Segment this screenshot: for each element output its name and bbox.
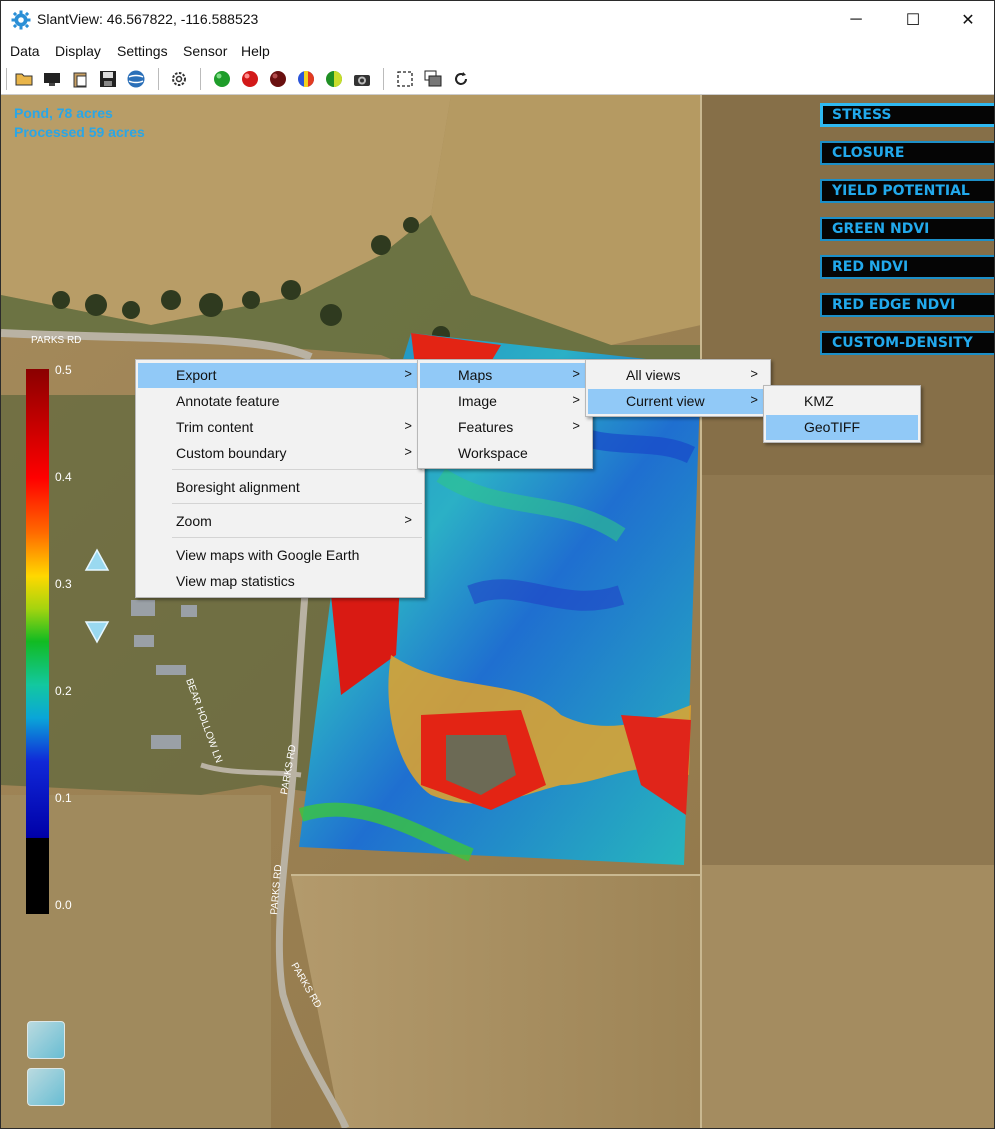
dark-red-circle-icon[interactable] [268,69,288,89]
clipboard-icon[interactable] [70,69,90,89]
selection-icon[interactable] [395,69,415,89]
scale-label: 0.1 [55,791,72,805]
menu-item-export[interactable]: Export > [138,363,422,388]
app-gear-icon [11,10,31,30]
menu-item-trim-content[interactable]: Trim content > [138,415,422,440]
menu-help[interactable]: Help [241,43,270,59]
menu-item-maps[interactable]: Maps > [420,363,590,388]
camera-icon[interactable] [352,69,372,89]
pond-area-text: Pond, 78 acres [14,105,113,121]
toolbar-separator [383,68,384,90]
minimize-button[interactable]: ─ [833,1,879,38]
toolbar-separator [200,68,201,90]
toolbar [1,63,994,95]
close-button[interactable]: ✕ [945,1,991,38]
road-label: PARKS RD [31,335,81,346]
menu-item-zoom[interactable]: Zoom > [138,509,422,534]
chevron-right-icon: > [750,392,758,407]
menu-item-view-map-statistics[interactable]: View map statistics [138,569,422,594]
chevron-right-icon: > [404,418,412,433]
chevron-right-icon: > [572,418,580,433]
scale-up-arrow-icon[interactable] [84,548,110,572]
green-yellow-circle-icon[interactable] [324,69,344,89]
menu-item-features[interactable]: Features > [420,415,590,440]
menu-separator [172,469,422,470]
layer-stress-button[interactable]: STRESS [820,103,994,127]
layer-red-ndvi-button[interactable]: RED NDVI [820,255,994,279]
map-canvas[interactable]: PARKS RD PARKS RD PARKS RD PARKS RD BEAR… [1,95,994,1128]
toolbar-separator [158,68,159,90]
title-bar: SlantView: 46.567822, -116.588523 ─ ☐ ✕ [1,1,994,38]
app-window: SlantView: 46.567822, -116.588523 ─ ☐ ✕ … [0,0,995,1129]
maps-submenu: All views > Current view > [585,359,771,417]
layer-yield-potential-button[interactable]: YIELD POTENTIAL [820,179,994,203]
scale-down-arrow-icon[interactable] [84,620,110,644]
context-menu: Export > Annotate feature Trim content > C… [135,359,425,598]
processed-area-text: Processed 59 acres [14,124,145,140]
menu-item-workspace[interactable]: Workspace [420,441,590,466]
refresh-icon[interactable] [451,69,471,89]
menu-display[interactable]: Display [55,43,101,59]
menu-settings[interactable]: Settings [117,43,168,59]
screen-icon[interactable] [42,69,62,89]
menu-item-image[interactable]: Image > [420,389,590,414]
menu-bar: Data Display Settings Sensor Help [1,39,994,63]
gear-icon[interactable] [169,69,189,89]
chevron-right-icon: > [572,366,580,381]
toolbar-separator [6,68,7,90]
scale-label: 0.5 [55,363,72,377]
menu-data[interactable]: Data [10,43,40,59]
menu-item-kmz[interactable]: KMZ [766,389,918,414]
scale-label: 0.2 [55,684,72,698]
menu-item-boresight-alignment[interactable]: Boresight alignment [138,475,422,500]
menu-item-view-google-earth[interactable]: View maps with Google Earth [138,543,422,568]
satellite-imagery: PARKS RD PARKS RD PARKS RD PARKS RD BEAR… [1,95,994,1128]
chevron-right-icon: > [404,444,412,459]
save-icon[interactable] [98,69,118,89]
chevron-right-icon: > [404,512,412,527]
scale-label: 0.0 [55,898,72,912]
multicolor-circle-icon[interactable] [296,69,316,89]
menu-item-all-views[interactable]: All views > [588,363,768,388]
open-folder-icon[interactable] [14,69,34,89]
map-tool-icon[interactable] [27,1068,65,1106]
layers-icon[interactable] [423,69,443,89]
current-view-submenu: KMZ GeoTIFF [763,385,921,443]
menu-item-custom-boundary[interactable]: Custom boundary > [138,441,422,466]
layer-custom-density-button[interactable]: CUSTOM-DENSITY [820,331,994,355]
menu-item-geotiff[interactable]: GeoTIFF [766,415,918,440]
scale-label: 0.3 [55,577,72,591]
menu-item-annotate-feature[interactable]: Annotate feature [138,389,422,414]
chevron-right-icon: > [404,366,412,381]
maximize-button[interactable]: ☐ [890,1,936,38]
red-circle-icon[interactable] [240,69,260,89]
window-title: SlantView: 46.567822, -116.588523 [37,11,259,27]
green-circle-icon[interactable] [212,69,232,89]
menu-separator [172,503,422,504]
layer-red-edge-ndvi-button[interactable]: RED EDGE NDVI [820,293,994,317]
layer-green-ndvi-button[interactable]: GREEN NDVI [820,217,994,241]
menu-item-current-view[interactable]: Current view > [588,389,768,414]
chevron-right-icon: > [750,366,758,381]
export-submenu: Maps > Image > Features > Workspace [417,359,593,469]
chevron-right-icon: > [572,392,580,407]
map-tool-icon[interactable] [27,1021,65,1059]
scale-label: 0.4 [55,470,72,484]
menu-separator [172,537,422,538]
layer-closure-button[interactable]: CLOSURE [820,141,994,165]
color-scale-bar [26,369,49,914]
globe-icon[interactable] [126,69,146,89]
menu-sensor[interactable]: Sensor [183,43,227,59]
